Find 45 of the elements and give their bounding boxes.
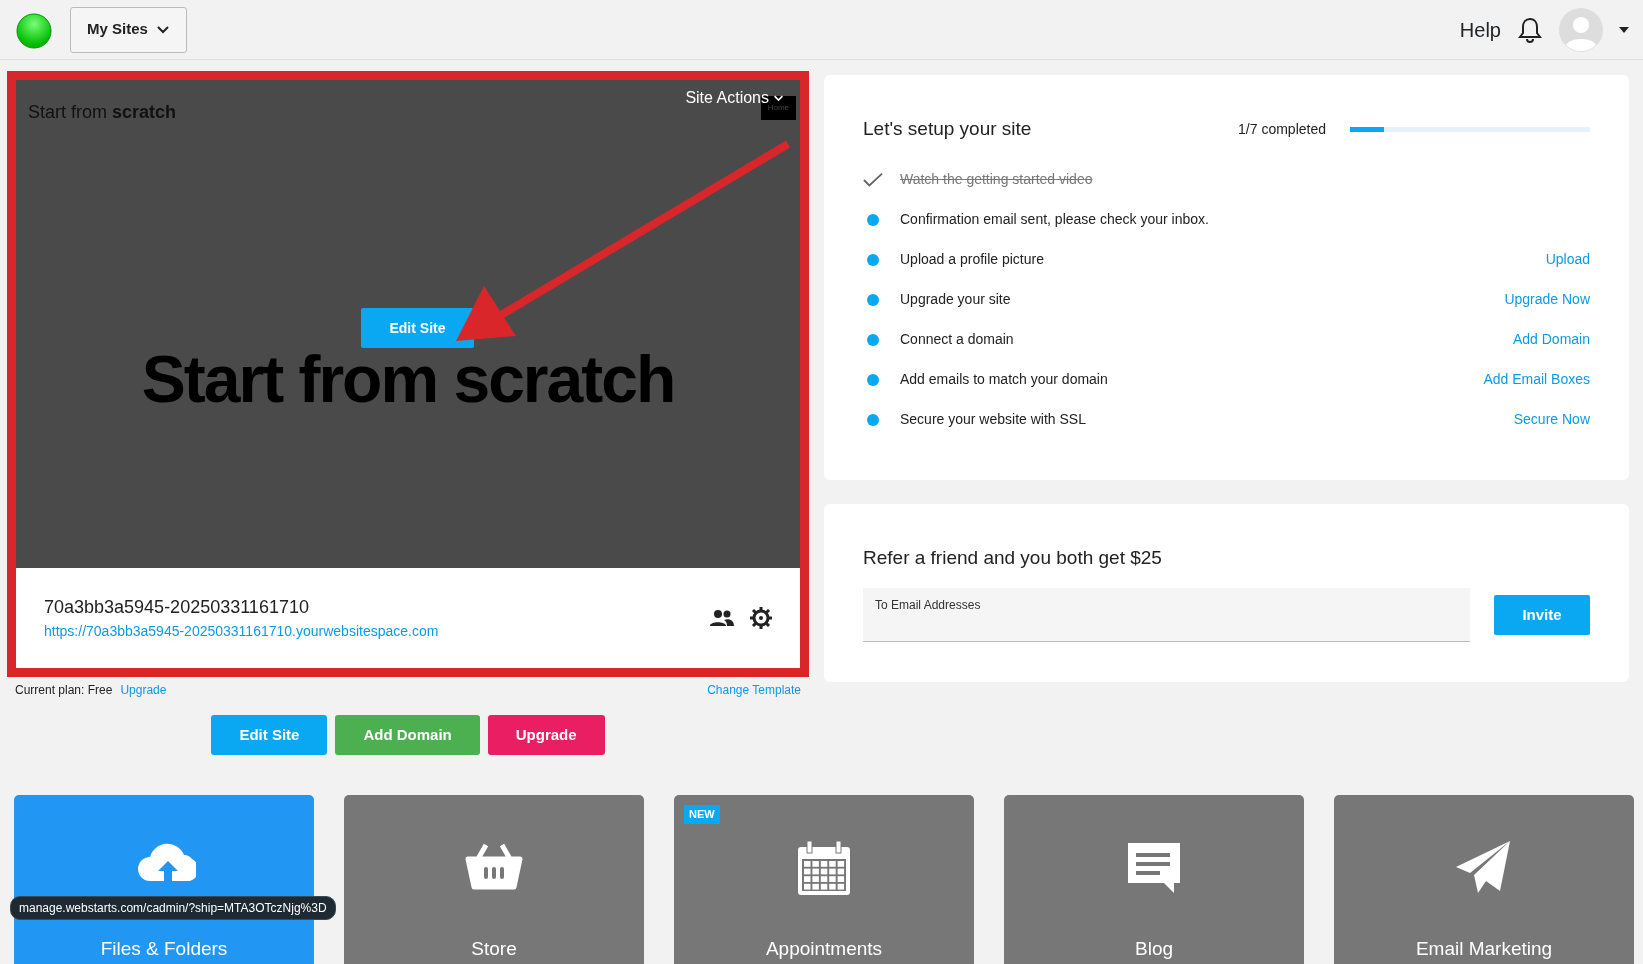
- people-icon[interactable]: [710, 609, 734, 627]
- help-link[interactable]: Help: [1459, 14, 1501, 45]
- sites-dropdown[interactable]: My Sites: [70, 6, 187, 53]
- task-label: Confirmation email sent, please check your inbox.: [900, 210, 1209, 229]
- task-label: Upgrade your site: [900, 290, 1011, 309]
- action-button[interactable]: Upgrade: [487, 715, 605, 755]
- task-label: Secure your website with SSL: [900, 410, 1086, 429]
- tile-label: Email Marketing: [1414, 937, 1554, 961]
- tile-label: Appointments: [764, 937, 884, 961]
- task-label: Connect a domain: [900, 330, 1014, 349]
- caret-icon[interactable]: [1619, 26, 1629, 33]
- site-url-link[interactable]: https://70a3bb3a5945-20250331161710.yourwebsitespace.com: [44, 623, 439, 639]
- task-label: Add emails to match your domain: [900, 370, 1108, 389]
- change-template-link[interactable]: Change Template: [707, 681, 801, 699]
- task-action-link[interactable]: Add Domain: [1512, 329, 1590, 350]
- app-tile[interactable]: NEW Appointments: [674, 795, 974, 964]
- task-action-link[interactable]: Secure Now: [1513, 409, 1590, 430]
- headline: Start from scratch: [141, 350, 675, 410]
- progress-text: 1/7 completed: [1238, 119, 1326, 139]
- gear-icon[interactable]: [750, 607, 772, 629]
- bell-icon[interactable]: [1517, 15, 1543, 44]
- task-label: Upload a profile picture: [900, 250, 1044, 269]
- edit-site-button[interactable]: Edit Site: [361, 308, 474, 348]
- refer-title: Refer a friend and you both get $25: [863, 545, 1163, 570]
- tile-label: Store: [470, 937, 518, 961]
- task-action-link[interactable]: Add Email Boxes: [1483, 369, 1590, 390]
- site-title: Start from scratch: [28, 101, 177, 124]
- status-url: manage.webstarts.com/cadmin/?ship=MTA3OTczNjg%3D: [10, 896, 336, 920]
- action-button[interactable]: Add Domain: [335, 715, 480, 755]
- setup-title: Let's setup your site: [863, 117, 1032, 141]
- action-button[interactable]: Edit Site: [211, 715, 328, 755]
- tile-label: Files & Folders: [99, 937, 229, 961]
- invite-button[interactable]: Invite: [1494, 595, 1590, 635]
- upgrade-link[interactable]: Upgrade: [120, 681, 167, 699]
- app-tile[interactable]: Store: [344, 795, 644, 964]
- task-action-link[interactable]: Upload: [1545, 249, 1590, 270]
- task-action-link[interactable]: Upgrade Now: [1504, 289, 1590, 310]
- site-name: 70a3bb3a5945-20250331161710: [44, 596, 310, 619]
- tile-label: Blog: [1134, 937, 1174, 961]
- task-label: Watch the getting started video: [900, 170, 1093, 189]
- app-tile[interactable]: Email Marketing: [1334, 795, 1634, 964]
- plan-label: Current plan: Free: [15, 682, 113, 699]
- app-tile[interactable]: Blog: [1004, 795, 1304, 964]
- new-badge: NEW: [684, 805, 720, 824]
- email-field[interactable]: To Email Addresses: [863, 588, 1470, 642]
